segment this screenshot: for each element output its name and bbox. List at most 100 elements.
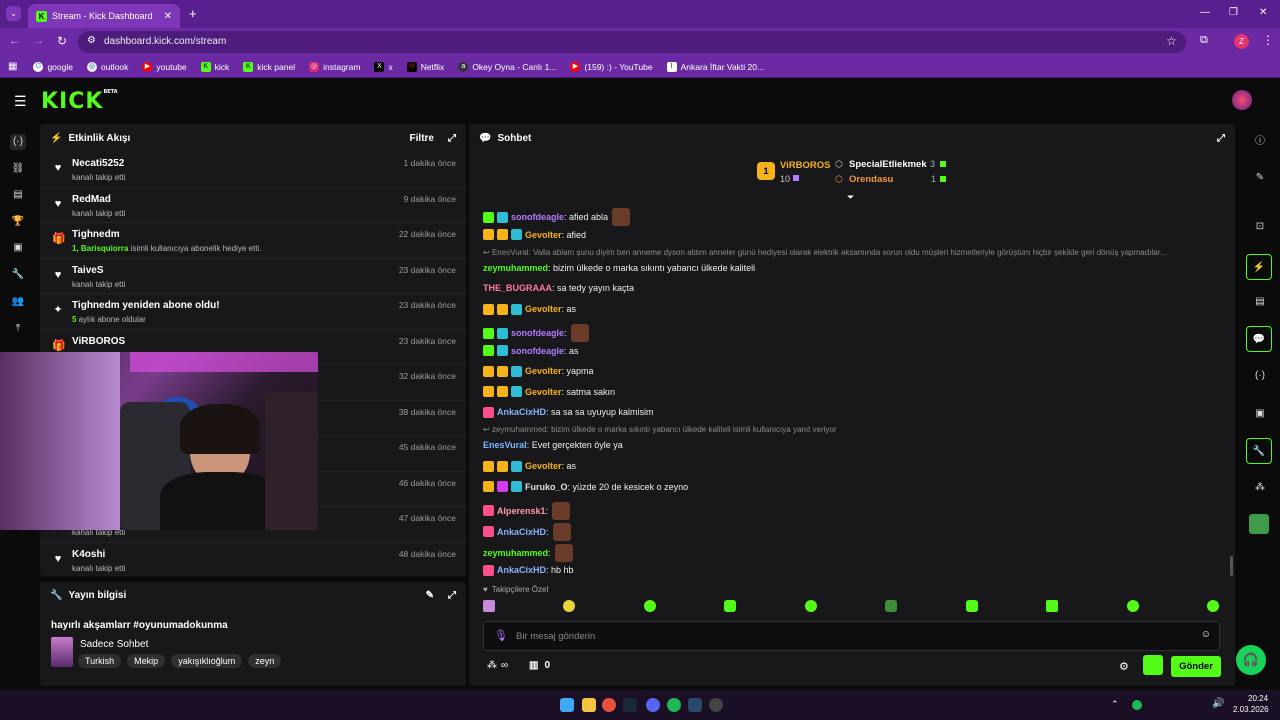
emoji-icon[interactable]: ☺ [1201, 629, 1211, 640]
chat-username[interactable]: zeymuhammed [483, 263, 548, 273]
menu-dots-icon[interactable]: ⋮ [1262, 33, 1274, 47]
minimize-icon[interactable]: — [1200, 7, 1210, 18]
chat-username[interactable]: Furuko_O [525, 482, 568, 492]
discord-icon[interactable] [646, 698, 660, 712]
bookmark-youtube[interactable]: ▶ youtube [142, 61, 187, 72]
chat-message[interactable]: zeymuhammed: bizim ülkede o marka sıkınt… [483, 263, 755, 273]
popout-icon[interactable]: ⤢ [448, 590, 456, 601]
emote[interactable] [724, 600, 737, 612]
leaderboard-first-name[interactable]: ViRBOROS [780, 160, 831, 171]
bookmark-instagram[interactable]: ◎ instagram [309, 61, 360, 72]
live-stream-icon[interactable]: (·) [10, 134, 26, 150]
edit-icon[interactable]: ✎ [1252, 170, 1268, 186]
chat-message[interactable]: Gevolter: as [483, 460, 576, 472]
chat-username[interactable]: Gevolter [525, 304, 562, 314]
close-window-icon[interactable]: ✕ [1259, 7, 1267, 18]
chat-message[interactable]: Alperensk1: [483, 501, 571, 520]
back-icon[interactable]: ← [9, 35, 20, 47]
store-display[interactable]: ▥ 0 [529, 660, 550, 671]
leaderboard-third-name[interactable]: Orendasu [849, 174, 893, 185]
bookmark-netflix[interactable]: N Netflix [406, 61, 444, 72]
emote[interactable] [1206, 600, 1219, 612]
chat-message[interactable]: EnesVural: Evet gerçekten öyle ya [483, 440, 623, 450]
chat-message[interactable]: sonofdeagle: afied abla [483, 208, 631, 226]
reload-icon[interactable]: ↻ [57, 34, 67, 48]
chat-username[interactable]: sonofdeagle [511, 346, 564, 356]
emote[interactable] [965, 600, 978, 612]
chat-message[interactable]: sonofdeagle: as [483, 345, 579, 356]
chat-username[interactable]: Alperensk1 [497, 506, 546, 516]
chat-username[interactable]: zeymuhammed [483, 548, 548, 558]
chat-message[interactable]: zeymuhammed: [483, 543, 573, 562]
tag[interactable]: Turkish [78, 654, 122, 668]
chat-username[interactable]: THE_BUGRAAA [483, 283, 552, 293]
points-display[interactable]: ⁂ ∞ [487, 660, 508, 671]
wrench-icon[interactable]: 🔧 [1246, 438, 1272, 464]
bookmark-kick-panel[interactable]: Kkick panel [243, 61, 295, 72]
filter-button[interactable]: Filtre [410, 133, 434, 144]
forward-icon[interactable]: → [33, 35, 44, 47]
settings-icon[interactable] [709, 698, 723, 712]
send-button[interactable]: Gönder [1171, 656, 1221, 677]
chat-message[interactable]: Gevolter: afied [483, 229, 586, 240]
event-item[interactable]: ✦ Tighnedm yeniden abone oldu! 23 dakika ö… [40, 294, 466, 330]
bookmark-okey[interactable]: a Okey Oyna - Canlı 1... [458, 61, 556, 72]
bot-icon[interactable] [1249, 514, 1269, 534]
file-explorer-icon[interactable] [582, 698, 596, 712]
analytics-icon[interactable]: ▤ [10, 187, 26, 203]
popout-icon[interactable]: ⤢ [448, 133, 456, 144]
event-item[interactable]: ♥ Necati5252 1 dakika önce kanalı takip ett… [40, 152, 466, 188]
lightning-icon[interactable]: ⚡ [1246, 254, 1272, 280]
restore-icon[interactable]: ❐ [1229, 7, 1238, 18]
chat-message[interactable]: AnkaCixHD: hb hb [483, 564, 574, 576]
users-icon[interactable]: 👥 [10, 294, 26, 310]
tag[interactable]: yakışıklıoğlum [171, 654, 243, 668]
kick-logo[interactable]: KICKBETA [41, 89, 118, 114]
chat-message[interactable]: AnkaCixHD: [483, 522, 571, 541]
chat-message[interactable]: Furuko_O: yüzde 20 de kesicek o zeyno [483, 481, 688, 492]
bookmark-youtube-159[interactable]: ▶ (159) :) - YouTube [570, 61, 653, 72]
chat-message[interactable]: THE_BUGRAAA: sa tedy yayın kaçta [483, 283, 634, 293]
chat-message[interactable]: Gevolter: as [483, 303, 576, 315]
hamburger-menu-icon[interactable]: ☰ [14, 93, 27, 110]
tag[interactable]: Mekip [127, 654, 166, 668]
browser-tab[interactable]: K Stream - Kick Dashboard ✕ [28, 4, 180, 28]
chat-username[interactable]: sonofdeagle [511, 212, 564, 222]
info-icon[interactable]: ⓘ [1252, 134, 1268, 150]
clock-date[interactable]: 2.03.2026 [1233, 705, 1269, 714]
bookmark-ankara-iftar[interactable]: İ Ankara İftar Vakti 20... [666, 61, 764, 72]
chrome-icon[interactable] [602, 698, 616, 712]
event-item[interactable]: 🎁 Tighnedm 22 dakika önce 1, Barisquiorra i… [40, 223, 466, 259]
emote[interactable] [804, 600, 817, 612]
trophy-icon[interactable]: 🏆 [10, 214, 26, 230]
settings-gear-icon[interactable]: ⚙ [1119, 660, 1129, 673]
tag[interactable]: zeyn [248, 654, 282, 668]
chat-username[interactable]: sonofdeagle [511, 328, 564, 338]
popout-icon[interactable]: ⤢ [1217, 133, 1225, 144]
tray-app-icon[interactable] [1132, 700, 1142, 710]
chat-username[interactable]: Gevolter [525, 230, 562, 240]
spotify-icon[interactable] [667, 698, 681, 712]
user-avatar[interactable] [1232, 90, 1252, 110]
bookmark-google[interactable]: Ggoogle [33, 61, 73, 72]
clock-time[interactable]: 20:24 [1248, 694, 1268, 703]
collapse-leaderboard-icon[interactable]: ⏷ [847, 192, 854, 203]
upload-icon[interactable]: ⤒ [10, 321, 26, 337]
steam-icon[interactable] [623, 698, 637, 712]
chat-scrollbar[interactable] [1230, 556, 1233, 576]
connections-icon[interactable]: ⁂ [1252, 480, 1268, 496]
emote[interactable] [885, 600, 898, 612]
profile-avatar[interactable]: Z [1234, 34, 1249, 49]
bookmark-x[interactable]: Xx [374, 61, 393, 72]
windows-start-icon[interactable] [560, 698, 574, 712]
site-info-icon[interactable]: ⚙ [87, 35, 96, 46]
chat-username[interactable]: AnkaCixHD [497, 527, 546, 537]
tab-close-icon[interactable]: ✕ [164, 11, 172, 22]
emote[interactable] [1046, 600, 1059, 612]
emote[interactable] [483, 600, 495, 612]
event-item[interactable]: ♥ RedMad 9 dakika önce kanalı takip etti [40, 188, 466, 223]
chat-username[interactable]: AnkaCixHD [497, 407, 546, 417]
wrench-icon[interactable]: 🔧 [10, 267, 26, 283]
queue-icon[interactable]: ▣ [1252, 406, 1268, 422]
leaderboard-second-name[interactable]: SpecialEtliekmek [849, 159, 927, 170]
